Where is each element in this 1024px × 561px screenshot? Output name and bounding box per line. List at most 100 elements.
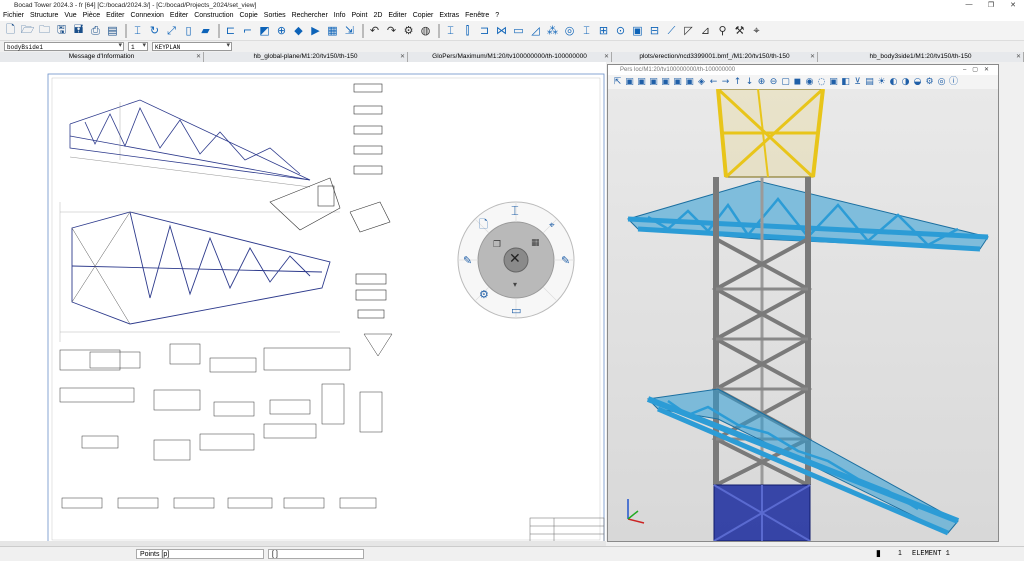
close-icon[interactable]: ✕ (196, 52, 201, 62)
menu-construction[interactable]: Construction (191, 12, 236, 19)
binoculars-icon[interactable]: ⚲ (715, 23, 730, 38)
menu-editer-3[interactable]: Editer (385, 12, 409, 19)
menu-extras[interactable]: Extras (436, 12, 462, 19)
info-icon[interactable]: ⓘ (948, 77, 959, 88)
angle-icon[interactable]: ⌐ (240, 23, 255, 38)
bolt-group-icon[interactable]: ⁂ (545, 23, 560, 38)
frame-icon[interactable]: ▭ (511, 304, 521, 317)
profile-icon[interactable]: ⊏ (223, 23, 238, 38)
menu-2d[interactable]: 2D (370, 12, 385, 19)
menu-copier[interactable]: Copier (410, 12, 437, 19)
command-input[interactable]: [ ] (268, 549, 364, 559)
grid-icon[interactable]: ▦ (325, 23, 340, 38)
open-folder-icon[interactable]: 🗁 (20, 23, 35, 38)
section-icon[interactable]: ◧ (840, 77, 851, 88)
render-icon[interactable]: ◑ (900, 77, 911, 88)
menu-info[interactable]: Info (331, 12, 349, 19)
layer-select[interactable]: 1 (128, 42, 148, 51)
pan-left-icon[interactable]: ← (708, 77, 719, 88)
view-right-icon[interactable]: ▣ (660, 77, 671, 88)
menu-piece[interactable]: Pièce (80, 12, 104, 19)
shaded-icon[interactable]: ◼ (792, 77, 803, 88)
weld-icon[interactable]: ◆ (291, 23, 306, 38)
view-bottom-icon[interactable]: ▣ (684, 77, 695, 88)
tab-plots-erection[interactable]: plots/erection/ncd3399001.bmf_/M1:20/tv1… (612, 52, 818, 62)
zoom-out-icon[interactable]: ⊖ (768, 77, 779, 88)
tab-glopers-maximum[interactable]: GloPers/Maximum/M1:20/tv100000000/th-100… (408, 52, 612, 62)
gusset-icon[interactable]: ◿ (528, 23, 543, 38)
color-icon[interactable]: ◐ (888, 77, 899, 88)
cube-icon[interactable]: ▣ (630, 23, 645, 38)
undo-icon[interactable]: ↶ (367, 23, 382, 38)
new-file-icon[interactable]: 🗋 (3, 23, 18, 38)
view-iso-icon[interactable]: ◈ (696, 77, 707, 88)
menu-fenetre[interactable]: Fenêtre (462, 12, 492, 19)
menu-point[interactable]: Point (348, 12, 370, 19)
menu-connexion[interactable]: Connexion (127, 12, 166, 19)
connection-icon[interactable]: ⋈ (494, 23, 509, 38)
lock-icon[interactable]: ▮ (876, 549, 881, 559)
view-top-icon[interactable]: ▣ (672, 77, 683, 88)
settings-icon[interactable]: ⚙ (479, 288, 489, 301)
layers-icon[interactable]: ▤ (864, 77, 875, 88)
hole-icon[interactable]: ◎ (562, 23, 577, 38)
tab-body3side1[interactable]: hb_body3side1/M1:20/tv150/th-150 ✕ (818, 52, 1024, 62)
menu-vue[interactable]: Vue (61, 12, 79, 19)
pan-down-icon[interactable]: ↓ (744, 77, 755, 88)
view-back-icon[interactable]: ▣ (636, 77, 647, 88)
measure-icon[interactable]: ⌖ (549, 220, 555, 231)
maximize-button[interactable]: ❐ (980, 1, 1002, 9)
zoom-in-icon[interactable]: ⊕ (756, 77, 767, 88)
new-file-icon[interactable]: 🗋 (479, 216, 488, 235)
hide-icon[interactable]: ◌ (816, 77, 827, 88)
viewer-window-controls[interactable]: –▢✕ (963, 65, 995, 75)
pan-up-icon[interactable]: ↑ (732, 77, 743, 88)
view-name-select[interactable]: bodyBside1 (4, 42, 124, 51)
triangle-icon[interactable]: ◸ (681, 23, 696, 38)
grid-icon[interactable]: ▦ (531, 238, 540, 248)
layers-icon[interactable]: ▤ (105, 23, 120, 38)
view-left-icon[interactable]: ▣ (648, 77, 659, 88)
beam-icon[interactable]: ⌶ (130, 23, 145, 38)
beam-edit-icon[interactable]: ⌶ (443, 23, 458, 38)
light-icon[interactable]: ☀ (876, 77, 887, 88)
bolt-icon[interactable]: ⊕ (274, 23, 289, 38)
move-icon[interactable]: ⤢ (164, 23, 179, 38)
plan-select[interactable]: KEYPLAN (152, 42, 232, 51)
menu-rechercher[interactable]: Rechercher (289, 12, 331, 19)
menu-help[interactable]: ? (492, 12, 502, 19)
camera-icon[interactable]: ◎ (936, 77, 947, 88)
settings-icon[interactable]: ⚙ (401, 23, 416, 38)
view-front-icon[interactable]: ▣ (624, 77, 635, 88)
menu-fichier[interactable]: Fichier (0, 12, 27, 19)
pencil-edit-icon[interactable]: ✎ (561, 254, 570, 267)
beam-icon[interactable]: ⌶ (511, 204, 519, 219)
chevron-down-icon[interactable]: ▾ (513, 280, 517, 289)
pin-icon[interactable]: ⌖ (749, 23, 764, 38)
save-as-icon[interactable]: 🖬 (71, 23, 86, 38)
close-icon[interactable]: ✕ (810, 52, 815, 62)
export-icon[interactable]: ⇲ (342, 23, 357, 38)
open-recent-icon[interactable]: 🗀 (37, 23, 52, 38)
close-icon[interactable]: ✕ (509, 251, 521, 267)
filter-icon[interactable]: ⊻ (852, 77, 863, 88)
settings-icon[interactable]: ⚙ (924, 77, 935, 88)
plate-icon[interactable]: ▰ (198, 23, 213, 38)
menu-copie[interactable]: Copie (237, 12, 261, 19)
brace-icon[interactable]: ⟋ (664, 23, 679, 38)
rotate-icon[interactable]: ↻ (147, 23, 162, 38)
profile-add-icon[interactable]: ⊐ (477, 23, 492, 38)
copy-icon[interactable]: ❐ (493, 240, 501, 250)
menu-sorties[interactable]: Sorties (261, 12, 289, 19)
tower-3d-view[interactable] (608, 89, 998, 541)
palette-icon[interactable]: ◒ (912, 77, 923, 88)
column-icon[interactable]: ▯ (181, 23, 196, 38)
tab-global-plane[interactable]: hb_global-plane/M1:20/tv150/th-150 ✕ (204, 52, 408, 62)
save-icon[interactable]: 🖫 (54, 23, 69, 38)
print-icon[interactable]: ⎙ (88, 23, 103, 38)
pencil-icon[interactable]: ✎ (463, 254, 472, 267)
beam-split-icon[interactable]: ⫿ (460, 23, 475, 38)
close-icon[interactable]: ✕ (1016, 52, 1021, 62)
beam-copy-icon[interactable]: ⌶ (579, 23, 594, 38)
plate-add-icon[interactable]: ▭ (511, 23, 526, 38)
